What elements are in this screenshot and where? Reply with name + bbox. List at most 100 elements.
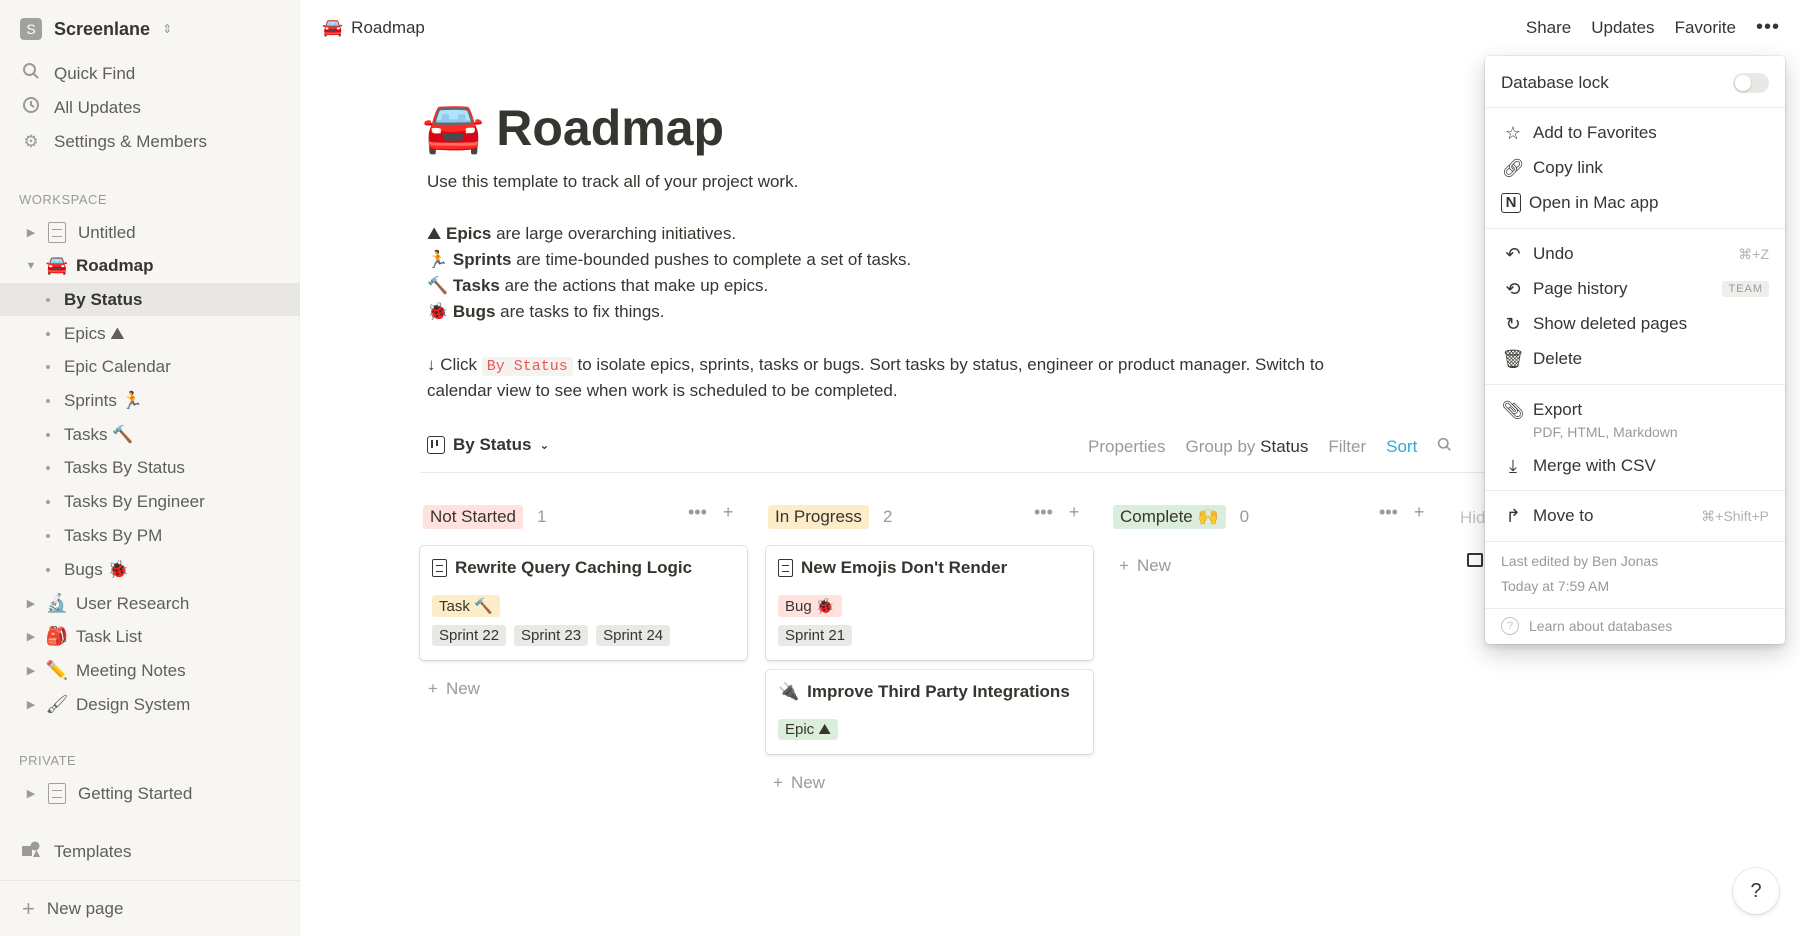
more-icon[interactable]: ••• bbox=[1756, 16, 1780, 39]
sidebar-view-bugs[interactable]: Bugs 🐞 bbox=[0, 553, 300, 586]
menu-item-delete[interactable]: 🗑︎ Delete bbox=[1501, 345, 1769, 373]
type-chips: Epic ⛰ bbox=[778, 719, 846, 740]
new-card-button[interactable]: + New bbox=[1119, 556, 1171, 576]
plus-icon[interactable]: + bbox=[1414, 502, 1425, 523]
board-card[interactable]: 🔌 Improve Third Party Integrations Epic … bbox=[766, 670, 1093, 754]
sidebar-page-untitled[interactable]: ▶ Untitled bbox=[0, 216, 300, 249]
bullet-icon bbox=[44, 397, 52, 405]
plus-icon[interactable]: + bbox=[723, 502, 734, 523]
menu-item-label: Add to Favorites bbox=[1533, 123, 1657, 142]
plus-icon: + bbox=[773, 773, 783, 792]
sidebar-view-tasks-by-pm[interactable]: Tasks By PM bbox=[0, 519, 300, 552]
sidebar-item-label: Meeting Notes bbox=[76, 660, 186, 680]
plus-icon[interactable]: + bbox=[1069, 502, 1080, 523]
shortcut-hint: ⌘+Z bbox=[1738, 245, 1769, 262]
menu-item-database-lock[interactable]: Database lock bbox=[1501, 70, 1769, 96]
search-icon bbox=[20, 62, 42, 85]
filter-button[interactable]: Filter bbox=[1328, 437, 1366, 457]
expand-toggle-icon[interactable]: ▶ bbox=[24, 630, 38, 643]
group-by-button[interactable]: Group by Status bbox=[1185, 437, 1308, 457]
sprint-chip: Sprint 24 bbox=[596, 625, 671, 646]
workspace-switcher[interactable]: S Screenlane ⇕ bbox=[20, 16, 172, 42]
desc-line-tasks: 🔨 Tasks are the actions that make up epi… bbox=[427, 273, 768, 299]
menu-item-open-mac[interactable]: N Open in Mac app bbox=[1501, 189, 1769, 217]
sidebar-view-tasks-by-engineer[interactable]: Tasks By Engineer bbox=[0, 485, 300, 518]
type-chips: Task 🔨 bbox=[432, 595, 508, 617]
sidebar-item-settings[interactable]: ⚙ Settings & Members bbox=[0, 125, 300, 158]
sidebar-view-tasks[interactable]: Tasks 🔨 bbox=[0, 418, 300, 451]
status-tag: In Progress bbox=[768, 505, 869, 529]
menu-item-page-history[interactable]: ⟲ Page history TEAM bbox=[1501, 275, 1769, 303]
sprint-chips: Sprint 22 Sprint 23 Sprint 24 bbox=[432, 625, 678, 646]
sidebar-item-label: Tasks By PM bbox=[64, 525, 163, 545]
help-button[interactable]: ? bbox=[1733, 868, 1779, 914]
team-badge: TEAM bbox=[1722, 281, 1769, 297]
menu-item-show-deleted[interactable]: ↻ Show deleted pages bbox=[1501, 310, 1769, 338]
column-header-complete: Complete 🙌 0 bbox=[1113, 504, 1249, 530]
view-selector[interactable]: By Status ⌄ bbox=[427, 435, 549, 455]
menu-divider bbox=[1485, 384, 1785, 385]
database-lock-toggle[interactable] bbox=[1733, 73, 1769, 93]
page-title-text: Roadmap bbox=[496, 99, 725, 156]
more-icon[interactable]: ••• bbox=[1379, 502, 1398, 523]
sidebar-templates[interactable]: Templates bbox=[0, 835, 300, 868]
page-icon bbox=[48, 783, 66, 804]
menu-item-export[interactable]: 📎︎ Export bbox=[1501, 396, 1769, 424]
sidebar-item-quick-find[interactable]: Quick Find bbox=[0, 57, 300, 90]
sidebar-page-getting-started[interactable]: ▶ Getting Started bbox=[0, 777, 300, 810]
collapse-toggle-icon[interactable]: ▼ bbox=[24, 260, 38, 272]
properties-button[interactable]: Properties bbox=[1088, 437, 1165, 457]
sidebar-page-user-research[interactable]: ▶ 🔬 User Research bbox=[0, 587, 300, 620]
breadcrumb[interactable]: 🚘 Roadmap bbox=[322, 18, 425, 38]
expand-toggle-icon[interactable]: ▶ bbox=[24, 698, 38, 711]
sidebar-page-roadmap[interactable]: ▼ 🚘 Roadmap bbox=[0, 249, 300, 282]
new-card-button[interactable]: + New bbox=[773, 773, 825, 793]
page-icon bbox=[778, 559, 793, 577]
click-instructions: ↓ Click By Status to isolate epics, spri… bbox=[427, 352, 1324, 380]
menu-item-add-favorites[interactable]: ☆ Add to Favorites bbox=[1501, 119, 1769, 147]
sidebar-view-by-status[interactable]: By Status bbox=[0, 283, 300, 316]
page-title[interactable]: 🚘 Roadmap bbox=[422, 98, 724, 157]
board-view-icon bbox=[427, 436, 445, 454]
expand-toggle-icon[interactable]: ▶ bbox=[24, 664, 38, 677]
history-icon: ⟲ bbox=[1505, 278, 1521, 299]
more-icon[interactable]: ••• bbox=[688, 502, 707, 523]
board-card[interactable]: Rewrite Query Caching Logic Task 🔨 Sprin… bbox=[420, 546, 747, 660]
menu-item-copy-link[interactable]: 🔗︎ Copy link bbox=[1501, 154, 1769, 182]
board-card[interactable]: New Emojis Don't Render Bug 🐞 Sprint 21 bbox=[766, 546, 1093, 660]
sidebar-page-design-system[interactable]: ▶ 🖌 Design System bbox=[0, 688, 300, 721]
menu-item-merge-csv[interactable]: ⤓ Merge with CSV bbox=[1501, 452, 1769, 480]
menu-item-label: Learn about databases bbox=[1529, 618, 1673, 634]
updates-button[interactable]: Updates bbox=[1591, 18, 1654, 38]
sidebar-page-meeting-notes[interactable]: ▶ ✏️ Meeting Notes bbox=[0, 654, 300, 687]
menu-item-learn-databases[interactable]: ? Learn about databases bbox=[1501, 614, 1769, 638]
sort-button[interactable]: Sort bbox=[1386, 437, 1417, 457]
menu-item-label: Show deleted pages bbox=[1533, 314, 1688, 333]
menu-item-undo[interactable]: ↶ Undo ⌘+Z bbox=[1501, 240, 1769, 268]
sidebar-view-epic-calendar[interactable]: Epic Calendar bbox=[0, 350, 300, 383]
sidebar-item-all-updates[interactable]: All Updates bbox=[0, 91, 300, 124]
sidebar-item-label: Epic Calendar bbox=[64, 356, 171, 376]
bullet-icon bbox=[44, 566, 52, 574]
new-page-button[interactable]: + New page bbox=[0, 880, 300, 936]
more-icon[interactable]: ••• bbox=[1034, 502, 1053, 523]
expand-toggle-icon[interactable]: ▶ bbox=[24, 597, 38, 610]
new-card-button[interactable]: + New bbox=[428, 679, 480, 699]
favorite-button[interactable]: Favorite bbox=[1675, 18, 1736, 38]
sidebar-view-sprints[interactable]: Sprints 🏃 bbox=[0, 384, 300, 417]
share-button[interactable]: Share bbox=[1526, 18, 1571, 38]
sidebar-item-label: Epics ⛰ bbox=[64, 323, 125, 343]
sidebar-view-epics[interactable]: Epics ⛰ bbox=[0, 317, 300, 350]
sidebar-page-task-list[interactable]: ▶ 🎒 Task List bbox=[0, 620, 300, 653]
shortcut-hint: ⌘+Shift+P bbox=[1701, 507, 1769, 524]
menu-item-move-to[interactable]: ↱ Move to ⌘+Shift+P bbox=[1501, 502, 1769, 530]
hidden-columns-label[interactable]: Hid bbox=[1460, 508, 1486, 528]
click-instructions-line2: calendar view to see when work is schedu… bbox=[427, 381, 898, 400]
sidebar-item-label: Quick Find bbox=[54, 63, 136, 83]
sidebar-view-tasks-by-status[interactable]: Tasks By Status bbox=[0, 451, 300, 484]
workspace-name: Screenlane bbox=[54, 18, 151, 39]
expand-toggle-icon[interactable]: ▶ bbox=[24, 226, 38, 239]
card-title: 🔌 Improve Third Party Integrations bbox=[778, 682, 1070, 702]
search-icon[interactable] bbox=[1437, 437, 1452, 457]
expand-toggle-icon[interactable]: ▶ bbox=[24, 787, 38, 800]
